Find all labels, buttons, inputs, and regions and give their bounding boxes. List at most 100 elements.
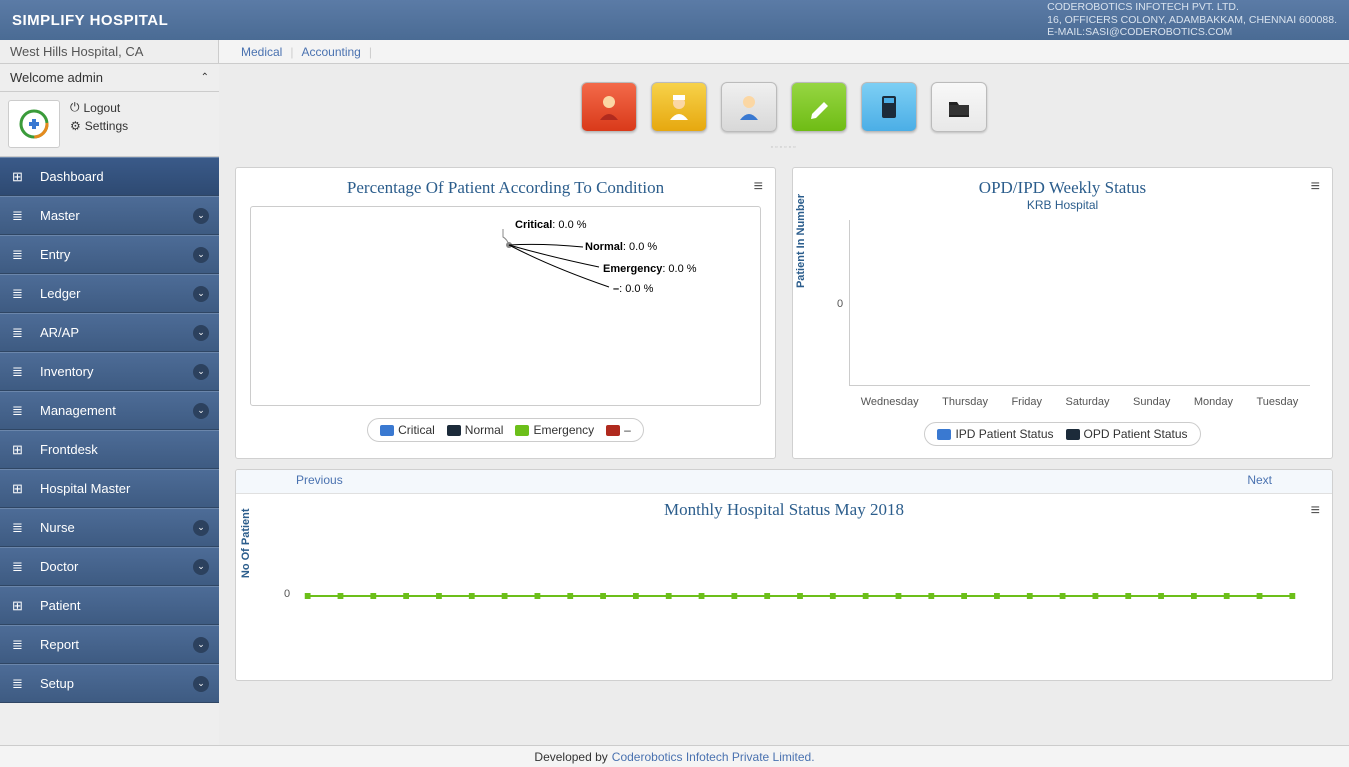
legend-item[interactable]: – xyxy=(606,423,631,437)
list-icon: ≣ xyxy=(12,247,30,263)
chevron-down-icon: ⌄ xyxy=(193,286,209,302)
logout-label: Logout xyxy=(84,101,121,115)
legend-item[interactable]: OPD Patient Status xyxy=(1066,427,1188,441)
sidebar-item-nurse[interactable]: ≣Nurse⌄ xyxy=(0,508,219,547)
bar-chart: Patient In Number 0 WednesdayThursdayFri… xyxy=(807,220,1318,410)
chevron-down-icon: ⌄ xyxy=(193,559,209,575)
legend-item[interactable]: Emergency xyxy=(515,423,594,437)
patient-shortcut[interactable] xyxy=(581,82,637,132)
nav-label: Hospital Master xyxy=(40,481,130,496)
grid-icon: ⊞ xyxy=(12,169,30,185)
sidebar-item-doctor[interactable]: ≣Doctor⌄ xyxy=(0,547,219,586)
nav-label: AR/AP xyxy=(40,325,79,340)
calculator-shortcut[interactable] xyxy=(861,82,917,132)
chevron-down-icon: ⌄ xyxy=(193,403,209,419)
legend-item[interactable]: Critical xyxy=(380,423,435,437)
sidebar-item-hospital-master[interactable]: ⊞Hospital Master xyxy=(0,469,219,508)
x-tick-label: Wednesday xyxy=(861,396,919,408)
sidebar-item-management[interactable]: ≣ Management ⌄ xyxy=(0,391,219,430)
next-link[interactable]: Next xyxy=(1247,473,1272,487)
tab-accounting[interactable]: Accounting xyxy=(293,41,368,63)
folder-shortcut[interactable] xyxy=(931,82,987,132)
logout-link[interactable]: ⏻ Logout xyxy=(70,100,128,115)
y-axis-label: Patient In Number xyxy=(795,194,807,288)
footer-text: Developed by xyxy=(534,750,607,764)
sub-tabs: Medical | Accounting | xyxy=(219,40,372,63)
legend-item[interactable]: IPD Patient Status xyxy=(937,427,1053,441)
nav-label: Frontdesk xyxy=(40,442,98,457)
panel-menu-icon[interactable]: ≡ xyxy=(754,178,763,196)
sidebar-item-master[interactable]: ≣Master⌄ xyxy=(0,196,219,235)
x-tick-label: Saturday xyxy=(1066,396,1110,408)
x-tick-label: Friday xyxy=(1011,396,1042,408)
chevron-down-icon: ⌄ xyxy=(193,676,209,692)
x-axis-categories: Wednesday Thursday Friday Saturday Sunday Mon… xyxy=(849,396,1310,408)
pie-chart: Critical: 0.0 % Normal: 0.0 % Emergency:… xyxy=(250,206,761,406)
panel-monthly-status: Previous Next ≡ Monthly Hospital Status … xyxy=(235,469,1333,681)
company-addr: 16, OFFICERS COLONY, ADAMBAKKAM, CHENNAI… xyxy=(1047,14,1337,27)
previous-link[interactable]: Previous xyxy=(296,473,343,487)
nurse-shortcut[interactable] xyxy=(651,82,707,132)
panel-menu-icon[interactable]: ≡ xyxy=(1311,178,1320,196)
doctor-shortcut[interactable] xyxy=(721,82,777,132)
chevron-down-icon: ⌄ xyxy=(193,364,209,380)
grid-icon: ⊞ xyxy=(12,442,30,458)
welcome-bar[interactable]: Welcome admin ⌃ xyxy=(0,64,219,92)
user-panel: ⏻ Logout ⚙ Settings xyxy=(0,92,219,157)
nav-label: Nurse xyxy=(40,520,75,535)
nav-label: Inventory xyxy=(40,364,93,379)
sidebar-item-report[interactable]: ≣Report⌄ xyxy=(0,625,219,664)
panel-weekly-status: ≡ OPD/IPD Weekly Status KRB Hospital Pat… xyxy=(792,167,1333,459)
list-icon: ≣ xyxy=(12,286,30,302)
toolbar xyxy=(219,64,1349,144)
sidebar-item-inventory[interactable]: ≣Inventory⌄ xyxy=(0,352,219,391)
sidebar-item-dashboard[interactable]: ⊞ Dashboard xyxy=(0,157,219,196)
tab-separator: | xyxy=(369,45,372,59)
top-header: SIMPLIFY HOSPITAL CODEROBOTICS INFOTECH … xyxy=(0,0,1349,40)
list-icon: ≣ xyxy=(12,403,30,419)
chevron-up-icon: ⌃ xyxy=(201,72,209,83)
chevron-down-icon: ⌄ xyxy=(193,325,209,341)
sidebar: Welcome admin ⌃ ⏻ Logout ⚙ Settings ⊞ Das… xyxy=(0,64,219,745)
sidebar-item-setup[interactable]: ≣ Setup ⌄ xyxy=(0,664,219,703)
app-title: SIMPLIFY HOSPITAL xyxy=(12,12,168,29)
hospital-logo xyxy=(8,100,60,148)
list-icon: ≣ xyxy=(12,520,30,536)
x-tick-label: Thursday xyxy=(942,396,988,408)
chevron-down-icon: ⌄ xyxy=(193,247,209,263)
legend-item[interactable]: Normal xyxy=(447,423,504,437)
footer-link[interactable]: Coderobotics Infotech Private Limited. xyxy=(612,750,815,764)
tab-medical[interactable]: Medical xyxy=(233,41,290,63)
company-info: CODEROBOTICS INFOTECH PVT. LTD. 16, OFFI… xyxy=(1047,1,1337,39)
main-content: ▫▫▫▫▫▫ ≡ Percentage Of Patient According… xyxy=(219,64,1349,745)
nav-label: Management xyxy=(40,403,116,418)
pie-label-emergency: Emergency: 0.0 % xyxy=(603,263,697,275)
sidebar-item-ar-ap[interactable]: ≣ AR/AP ⌄ xyxy=(0,313,219,352)
y-tick: 0 xyxy=(837,298,843,310)
list-icon: ≣ xyxy=(12,325,30,341)
power-icon: ⏻ xyxy=(70,100,80,115)
gear-icon: ⚙ xyxy=(70,119,81,133)
chevron-down-icon: ⌄ xyxy=(193,637,209,653)
nav-label: Dashboard xyxy=(40,169,104,184)
nav-label: Setup xyxy=(40,676,74,691)
sidebar-item-frontdesk[interactable]: ⊞ Frontdesk xyxy=(0,430,219,469)
panel-title: Percentage Of Patient According To Condi… xyxy=(250,178,761,198)
sidebar-item-ledger[interactable]: ≣Ledger⌄ xyxy=(0,274,219,313)
panel-menu-icon[interactable]: ≡ xyxy=(1311,502,1320,520)
y-tick: 0 xyxy=(284,588,290,600)
settings-link[interactable]: ⚙ Settings xyxy=(70,119,128,133)
x-tick-label: Monday xyxy=(1194,396,1233,408)
toolbar-separator: ▫▫▫▫▫▫ xyxy=(219,144,1349,151)
sidebar-item-patient[interactable]: ⊞Patient xyxy=(0,586,219,625)
panel-title: Monthly Hospital Status May 2018 xyxy=(250,500,1318,520)
sub-header: West Hills Hospital, CA Medical | Accoun… xyxy=(0,40,1349,64)
company-email: E-MAIL:SASI@CODEROBOTICS.COM xyxy=(1047,26,1337,39)
chevron-down-icon: ⌄ xyxy=(193,208,209,224)
edit-shortcut[interactable] xyxy=(791,82,847,132)
x-tick-label: Sunday xyxy=(1133,396,1170,408)
sidebar-item-entry[interactable]: ≣Entry⌄ xyxy=(0,235,219,274)
settings-label: Settings xyxy=(85,119,128,133)
nav-label: Master xyxy=(40,208,80,223)
list-icon: ≣ xyxy=(12,676,30,692)
